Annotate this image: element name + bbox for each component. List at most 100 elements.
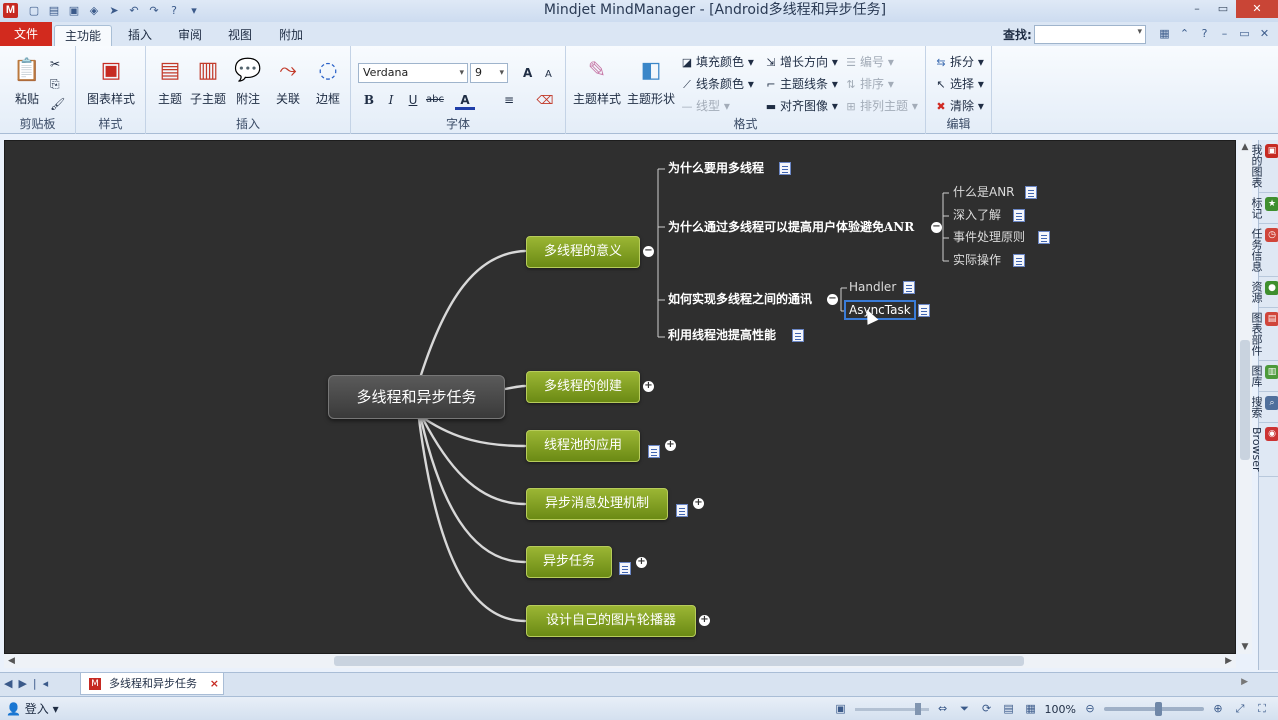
subtopic-thread-pool-perf[interactable]: 利用线程池提高性能 [668, 326, 776, 344]
leaf-what-is-anr[interactable]: 什么是ANR [953, 183, 1015, 201]
cut-icon[interactable]: ✂ [50, 54, 60, 74]
expand-toggle-icon[interactable]: + [665, 440, 676, 451]
tab-home[interactable]: 主功能 [54, 25, 112, 46]
format-painter-icon[interactable]: 🖌 [50, 94, 65, 114]
balance-map-icon[interactable]: ⟳ [979, 701, 995, 717]
tab-scroll-right-icon[interactable]: ▶ [1241, 677, 1248, 687]
doc-minimize-icon[interactable]: – [1217, 26, 1232, 41]
note-icon[interactable] [1038, 231, 1050, 244]
detail-slider[interactable] [854, 702, 929, 715]
login-button[interactable]: 👤 登入 ▾ [6, 700, 59, 717]
tab-nav-arrows[interactable]: ◀▶|◂ [4, 677, 54, 690]
collapse-toggle-icon[interactable]: − [827, 294, 838, 305]
central-topic[interactable]: 多线程和异步任务 [328, 375, 505, 419]
overview-icon[interactable]: ▣ [833, 701, 849, 717]
font-color-button[interactable]: A [455, 90, 475, 110]
horizontal-scrollbar[interactable]: ◀ ▶ [4, 654, 1236, 668]
topic-shape-button[interactable]: ◧ 主题形状 [626, 56, 676, 118]
shrink-font-button[interactable]: A [545, 65, 552, 85]
note-icon[interactable] [1013, 254, 1025, 267]
close-tab-icon[interactable]: × [210, 673, 219, 695]
full-screen-icon[interactable]: ⛶ [1254, 701, 1270, 717]
main-topic-creation[interactable]: 多线程的创建 [526, 371, 640, 403]
file-tab[interactable]: 文件 [0, 22, 52, 46]
side-panel-map-parts[interactable]: ▤ 图表部件 [1250, 308, 1278, 361]
tab-addins[interactable]: 附加 [268, 25, 314, 46]
main-topic-image-carousel[interactable]: 设计自己的图片轮播器 [526, 605, 696, 637]
mindmap-canvas[interactable]: 多线程和异步任务 多线程的意义 − 多线程的创建 + 线程池的应用 + 异步消息… [4, 140, 1236, 654]
zoom-in-icon[interactable]: ⊕ [1210, 701, 1226, 717]
filter-icon[interactable]: ⏷ [957, 701, 973, 717]
leaf-event-principle[interactable]: 事件处理原则 [953, 228, 1025, 246]
line-color-button[interactable]: ⟋ 线条颜色 ▾ [680, 74, 754, 94]
subtopic-thread-communication[interactable]: 如何实现多线程之间的通讯 [668, 290, 812, 308]
tab-review[interactable]: 审阅 [168, 25, 212, 46]
select-button[interactable]: ↖ 选择 ▾ [934, 74, 983, 94]
clear-button[interactable]: ✖ 清除 ▾ [934, 96, 983, 116]
main-topic-async-task[interactable]: 异步任务 [526, 546, 612, 578]
scroll-left-icon[interactable]: ◀ [8, 654, 15, 668]
font-family-select[interactable]: Verdana [358, 63, 468, 83]
map-view-icon[interactable]: ▦ [1023, 701, 1039, 717]
doc-restore-icon[interactable]: ▭ [1237, 26, 1252, 41]
outline-view-icon[interactable]: ▤ [1001, 701, 1017, 717]
note-icon[interactable] [903, 281, 915, 294]
underline-button[interactable]: U [403, 90, 423, 110]
leaf-deep-dive[interactable]: 深入了解 [953, 206, 1001, 224]
fill-color-button[interactable]: ◪ 填充颜色 ▾ [680, 52, 754, 72]
leaf-practice[interactable]: 实际操作 [953, 251, 1001, 269]
boundary-button[interactable]: ◌ 边框 [310, 56, 346, 118]
zoom-out-icon[interactable]: ⊖ [1082, 701, 1098, 717]
side-panel-task-info[interactable]: ◷ 任务信息 [1250, 224, 1278, 277]
zoom-slider[interactable] [1104, 702, 1204, 716]
topic-lines-button[interactable]: ⌐ 主题线条 ▾ [764, 74, 837, 94]
align-image-button[interactable]: ▬ 对齐图像 ▾ [764, 96, 838, 116]
help-circle-icon[interactable]: ? [1197, 26, 1212, 41]
subtopic-button[interactable]: ▥ 子主题 [190, 56, 226, 118]
minimize-button[interactable]: – [1184, 0, 1210, 18]
font-size-select[interactable]: 9 [470, 63, 508, 83]
horizontal-scroll-thumb[interactable] [334, 656, 1024, 666]
note-icon[interactable] [792, 329, 804, 342]
collapse-ribbon-icon[interactable]: ⌃ [1177, 26, 1192, 41]
grow-font-button[interactable]: A [523, 63, 532, 83]
side-panel-library[interactable]: ▥ 图库 [1250, 361, 1278, 392]
main-topic-async-message[interactable]: 异步消息处理机制 [526, 488, 668, 520]
leaf-handler[interactable]: Handler [849, 278, 896, 296]
split-button[interactable]: ⇆ 拆分 ▾ [934, 52, 983, 72]
subtopic-avoid-anr[interactable]: 为什么通过多线程可以提高用户体验避免ANR [668, 218, 914, 236]
zoom-slider-knob[interactable] [1155, 702, 1163, 716]
document-tab[interactable]: M 多线程和异步任务 × [80, 673, 224, 695]
expand-toggle-icon[interactable]: + [636, 557, 647, 568]
topic-style-button[interactable]: ✎ 主题样式 [572, 56, 622, 118]
layout-icon[interactable]: ▦ [1157, 26, 1172, 41]
clear-format-icon[interactable]: ⌫ [535, 90, 555, 110]
bold-button[interactable]: B [359, 90, 379, 110]
collapse-toggle-icon[interactable]: − [931, 222, 942, 233]
growth-direction-button[interactable]: ⇲ 增长方向 ▾ [764, 52, 837, 72]
scroll-down-icon[interactable]: ▼ [1238, 642, 1252, 652]
note-icon[interactable] [918, 304, 930, 317]
expand-toggle-icon[interactable]: + [643, 381, 654, 392]
doc-close-icon[interactable]: ✕ [1257, 26, 1272, 41]
close-button[interactable]: ✕ [1236, 0, 1278, 18]
expand-toggle-icon[interactable]: + [699, 615, 710, 626]
note-icon[interactable] [1013, 209, 1025, 222]
tab-view[interactable]: 视图 [218, 25, 262, 46]
align-text-icon[interactable]: ≡ [499, 90, 519, 110]
chart-style-button[interactable]: ▣ 图表样式 [86, 56, 136, 118]
restore-button[interactable]: ▭ [1210, 0, 1236, 18]
relationship-button[interactable]: ⤳ 关联 [270, 56, 306, 118]
italic-button[interactable]: I [381, 90, 401, 110]
side-panel-my-maps[interactable]: ▣ 我的图表 [1250, 140, 1278, 193]
find-input[interactable] [1034, 25, 1146, 44]
note-icon[interactable] [676, 504, 688, 517]
side-panel-markers[interactable]: ★ 标记 [1250, 193, 1278, 224]
main-topic-thread-pool[interactable]: 线程池的应用 [526, 430, 640, 462]
subtopic-why-multithread[interactable]: 为什么要用多线程 [668, 159, 764, 177]
expand-toggle-icon[interactable]: + [693, 498, 704, 509]
tab-insert[interactable]: 插入 [118, 25, 162, 46]
fit-page-icon[interactable]: ⤢ [1232, 701, 1248, 717]
scroll-right-icon[interactable]: ▶ [1225, 654, 1232, 668]
topic-button[interactable]: ▤ 主题 [152, 56, 188, 118]
